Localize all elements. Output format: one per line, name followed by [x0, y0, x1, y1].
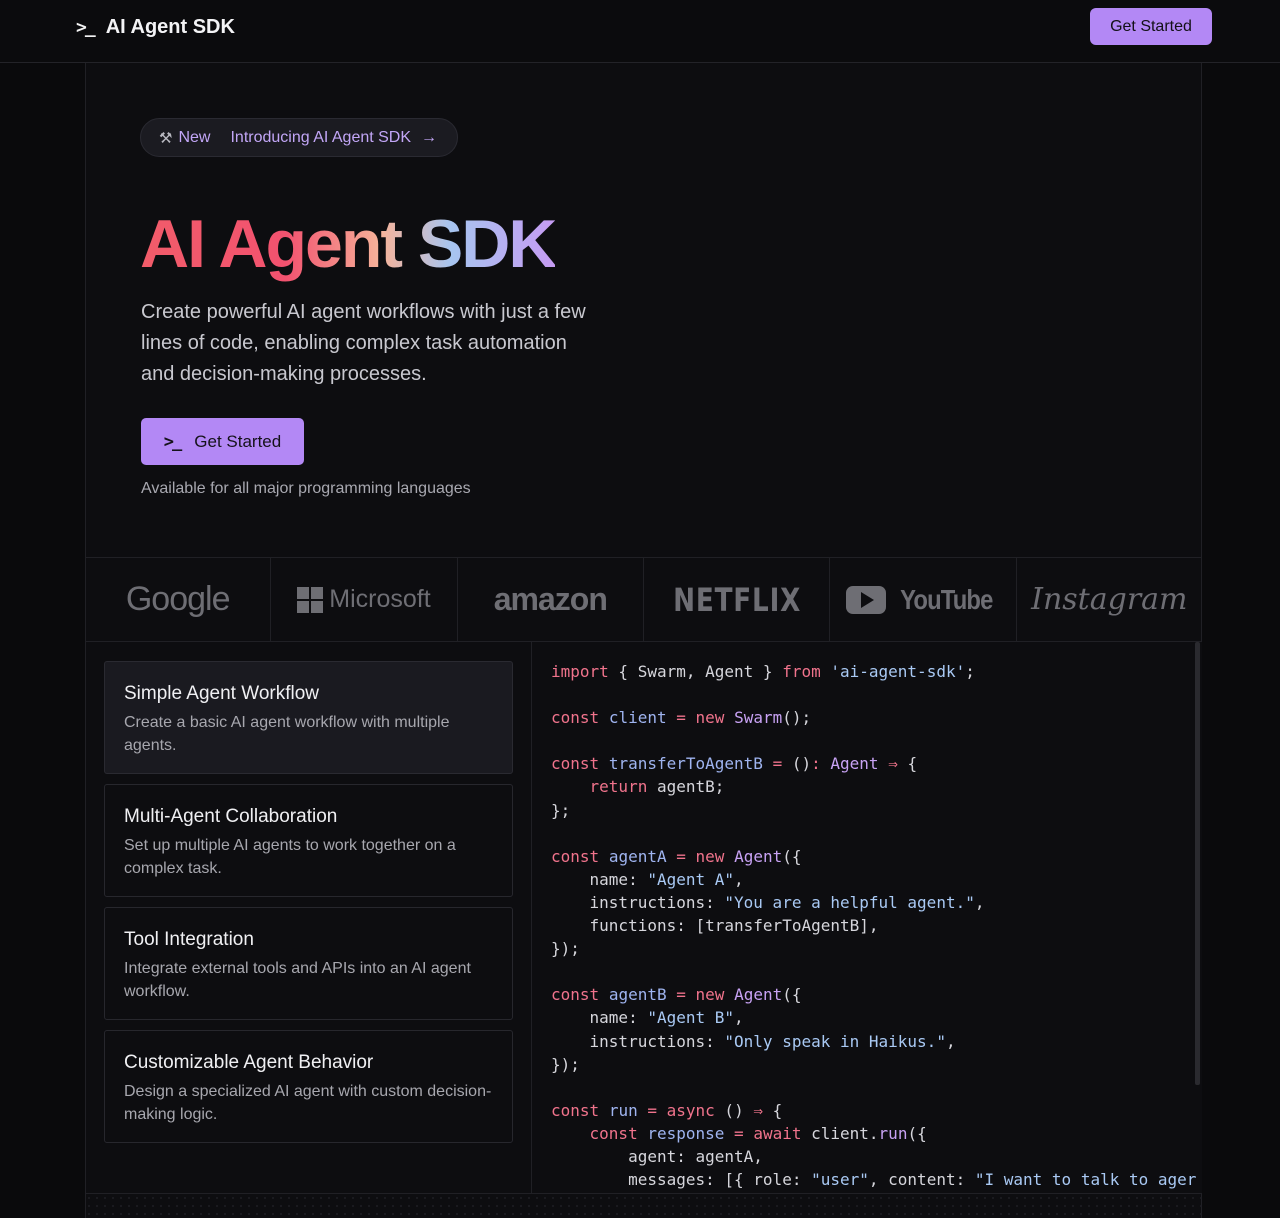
feature-card-simple-agent-workflow[interactable]: Simple Agent Workflow Create a basic AI … — [104, 661, 513, 774]
logo-instagram: Instagram — [1017, 558, 1202, 641]
feature-card-title: Customizable Agent Behavior — [124, 1052, 374, 1073]
hero-title: AI Agent SDK — [140, 205, 557, 291]
code-block: import { Swarm, Agent } from 'ai-agent-s… — [551, 662, 1197, 1190]
brand[interactable]: >_ AI Agent SDK — [76, 14, 235, 40]
amazon-logo-text: amazon — [493, 581, 608, 617]
arrow-right-icon: → — [421, 128, 438, 146]
availability-note: Available for all major programming lang… — [141, 480, 471, 497]
brand-name: AI Agent SDK — [105, 15, 235, 38]
feature-list: Simple Agent Workflow Create a basic AI … — [104, 661, 513, 1153]
top-navbar: >_ AI Agent SDK Get Started — [0, 0, 1280, 63]
announcement-text: Introducing AI Agent SDK — [230, 128, 412, 146]
feature-card-title: Multi-Agent Collaboration — [124, 806, 338, 827]
logo-strip: Google Microsoft amazon NETFLIX YouTube … — [85, 557, 1202, 642]
terminal-prompt-icon: >_ — [76, 16, 96, 38]
feature-card-desc: Create a basic AI agent workflow with mu… — [124, 714, 450, 754]
youtube-logo-text: YouTube — [899, 583, 993, 615]
code-scrollbar[interactable] — [1195, 642, 1200, 1085]
youtube-play-icon — [845, 585, 886, 614]
feature-card-title: Simple Agent Workflow — [124, 683, 320, 704]
feature-card-customizable-agent-behavior[interactable]: Customizable Agent Behavior Design a spe… — [104, 1030, 513, 1143]
microsoft-grid-icon — [297, 586, 324, 613]
logo-google: Google — [85, 558, 272, 641]
feature-card-title: Tool Integration — [124, 929, 254, 950]
dotted-footer-pattern — [85, 1193, 1202, 1218]
nav-get-started-button[interactable]: Get Started — [1090, 8, 1212, 45]
magic-wand-icon: ⚒ — [159, 129, 173, 147]
logo-youtube: YouTube — [830, 558, 1017, 641]
feature-card-multi-agent-collaboration[interactable]: Multi-Agent Collaboration Set up multipl… — [104, 784, 513, 897]
hero-get-started-button[interactable]: >_ Get Started — [141, 418, 304, 465]
netflix-logo-text: NETFLIX — [672, 580, 801, 619]
hero-subtitle: Create powerful AI agent workflows with … — [141, 301, 586, 385]
hero-cta-label: Get Started — [194, 431, 282, 451]
new-badge: New — [178, 128, 211, 146]
google-logo-text: Google — [125, 580, 231, 618]
microsoft-logo-text: Microsoft — [329, 585, 431, 613]
feature-card-desc: Integrate external tools and APIs into a… — [124, 960, 471, 1000]
logo-amazon: amazon — [458, 558, 644, 641]
feature-card-desc: Set up multiple AI agents to work togeth… — [124, 837, 456, 877]
code-viewer[interactable]: import { Swarm, Agent } from 'ai-agent-s… — [531, 642, 1202, 1193]
logo-netflix: NETFLIX — [644, 558, 831, 641]
instagram-logo-text: Instagram — [1031, 582, 1188, 617]
announcement-pill[interactable]: ⚒ New Introducing AI Agent SDK → — [140, 118, 458, 157]
logo-microsoft: Microsoft — [271, 558, 458, 641]
terminal-prompt-icon: >_ — [163, 431, 183, 452]
feature-card-tool-integration[interactable]: Tool Integration Integrate external tool… — [104, 907, 513, 1020]
feature-card-desc: Design a specialized AI agent with custo… — [124, 1083, 492, 1123]
